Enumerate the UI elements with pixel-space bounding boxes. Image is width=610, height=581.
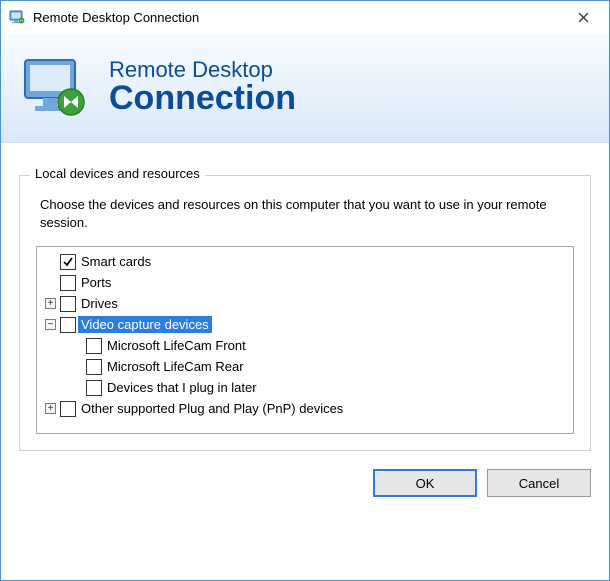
tree-item-label[interactable]: Microsoft LifeCam Front (104, 337, 249, 354)
group-legend: Local devices and resources (30, 166, 205, 181)
tree-item-label[interactable]: Ports (78, 274, 114, 291)
tree-row[interactable]: − Video capture devices (41, 314, 569, 335)
banner: Remote Desktop Connection (1, 33, 609, 143)
banner-line2: Connection (109, 81, 296, 117)
expand-icon[interactable]: + (45, 298, 56, 309)
window-title: Remote Desktop Connection (33, 10, 563, 25)
ok-button[interactable]: OK (373, 469, 477, 497)
tree-indent (41, 387, 71, 388)
tree-indent (41, 366, 71, 367)
tree-row[interactable]: Devices that I plug in later (41, 377, 569, 398)
tree-checkbox[interactable] (86, 380, 102, 396)
titlebar: Remote Desktop Connection (1, 1, 609, 33)
banner-headings: Remote Desktop Connection (109, 58, 296, 117)
tree-item-label[interactable]: Devices that I plug in later (104, 379, 260, 396)
tree-row[interactable]: + Other supported Plug and Play (PnP) dev… (41, 398, 569, 419)
tree-item-label[interactable]: Smart cards (78, 253, 154, 270)
banner-line1: Remote Desktop (109, 58, 296, 81)
tree-row[interactable]: Smart cards (41, 251, 569, 272)
close-icon (578, 12, 589, 23)
rdc-logo-icon (19, 52, 91, 124)
expander-spacer (71, 340, 82, 351)
tree-item-label[interactable]: Drives (78, 295, 121, 312)
tree-row[interactable]: Microsoft LifeCam Rear (41, 356, 569, 377)
app-icon (9, 9, 25, 25)
tree-checkbox[interactable] (60, 317, 76, 333)
tree-row[interactable]: Ports (41, 272, 569, 293)
expander-spacer (45, 277, 56, 288)
tree-item-label[interactable]: Microsoft LifeCam Rear (104, 358, 247, 375)
group-description: Choose the devices and resources on this… (40, 196, 570, 232)
expander-spacer (71, 382, 82, 393)
dialog-buttons: OK Cancel (1, 451, 609, 513)
close-button[interactable] (563, 3, 603, 31)
tree-item-label[interactable]: Other supported Plug and Play (PnP) devi… (78, 400, 346, 417)
tree-row[interactable]: Microsoft LifeCam Front (41, 335, 569, 356)
tree-indent (41, 345, 71, 346)
tree-checkbox[interactable] (86, 359, 102, 375)
expander-spacer (71, 361, 82, 372)
expander-spacer (45, 256, 56, 267)
tree-checkbox[interactable] (60, 296, 76, 312)
tree-checkbox[interactable] (60, 401, 76, 417)
tree-item-label[interactable]: Video capture devices (78, 316, 212, 333)
cancel-button[interactable]: Cancel (487, 469, 591, 497)
collapse-icon[interactable]: − (45, 319, 56, 330)
device-tree[interactable]: Smart cards Ports + Drives − Video capture de… (36, 246, 574, 434)
tree-row[interactable]: + Drives (41, 293, 569, 314)
tree-checkbox[interactable] (60, 254, 76, 270)
tree-checkbox[interactable] (86, 338, 102, 354)
expand-icon[interactable]: + (45, 403, 56, 414)
content-area: Local devices and resources Choose the d… (1, 143, 609, 451)
tree-checkbox[interactable] (60, 275, 76, 291)
local-devices-group: Local devices and resources Choose the d… (19, 175, 591, 451)
